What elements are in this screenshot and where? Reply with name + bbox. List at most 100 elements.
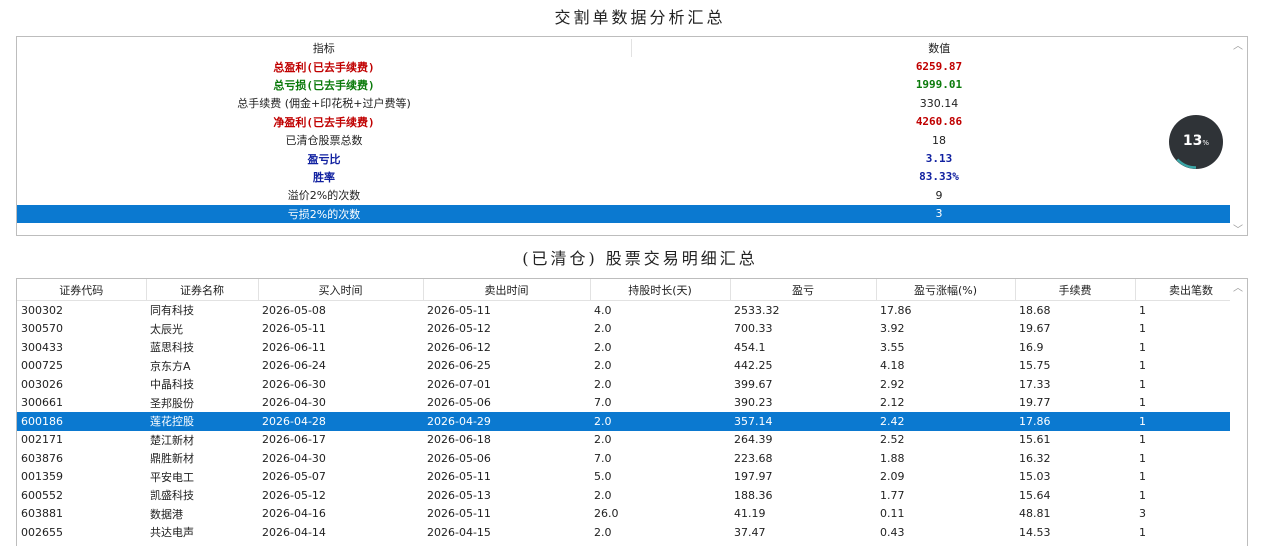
scroll-up-icon[interactable]: ︿ [1233, 37, 1243, 52]
table-row[interactable]: 300570 太辰光 2026-05-11 2026-05-12 2.0 700.33 3.… [17, 320, 1247, 339]
table-cell: 15.64 [1019, 488, 1051, 502]
table-row[interactable]: 001359 平安电工 2026-05-07 2026-05-11 5.0 197.97 2… [17, 468, 1247, 487]
table-cell: 2.09 [880, 470, 905, 484]
table-cell: 太辰光 [150, 322, 183, 336]
scroll-up-icon[interactable]: ︿ [1233, 279, 1243, 294]
summary-metric-label: 盈亏比 [307, 152, 341, 166]
summary-row[interactable]: 溢价2%的次数 9 [17, 186, 1247, 204]
summary-metric-value: 83.33% [919, 170, 959, 184]
table-cell: 16.9 [1019, 340, 1044, 354]
summary-metric-value: 1999.01 [915, 78, 963, 92]
table-cell: 2.52 [880, 433, 905, 447]
table-cell: 2026-06-25 [427, 359, 491, 373]
table-cell: 2.0 [594, 359, 612, 373]
table-row[interactable]: 002655 共达电声 2026-04-14 2026-04-15 2.0 37.47 0.… [17, 523, 1247, 542]
summary-metric-label: 总亏损(已去手续费) [273, 78, 375, 92]
table-cell: 188.36 [734, 488, 773, 502]
table-cell: 700.33 [734, 322, 773, 336]
table-cell: 603881 [21, 507, 63, 521]
summary-row[interactable]: 亏损2%的次数 3 [17, 204, 1247, 223]
table-cell: 3.55 [880, 340, 905, 354]
summary-metric-value: 330.14 [919, 96, 959, 110]
detail-panel: 证券代码 证券名称 买入时间 卖出时间 持股时长(天) 盈亏 盈亏涨幅(%) 手续费 卖出笔数 … [16, 278, 1248, 546]
table-row[interactable]: 000725 京东方A 2026-06-24 2026-06-25 2.0 442.25 4… [17, 357, 1247, 376]
table-cell: 300570 [21, 322, 63, 336]
table-cell: 002655 [21, 525, 63, 539]
summary-row[interactable]: 净盈利(已去手续费) 4260.86 [17, 113, 1247, 131]
summary-metric-label: 溢价2%的次数 [287, 189, 361, 203]
table-cell: 2.0 [590, 412, 730, 431]
table-cell: 390.23 [734, 396, 773, 410]
table-cell: 15.61 [1019, 433, 1051, 447]
table-cell: 鼎胜新材 [150, 452, 194, 466]
summary-header-metric[interactable]: 指标 [17, 39, 632, 58]
summary-row[interactable]: 总亏损(已去手续费) 1999.01 [17, 76, 1247, 94]
summary-header-row: 指标 数值 [17, 39, 1247, 58]
table-cell: 平安电工 [150, 470, 194, 484]
detail-header-cell[interactable]: 证券名称 [146, 279, 259, 301]
table-cell: 同有科技 [150, 304, 194, 318]
table-cell: 17.86 [880, 303, 912, 317]
summary-row[interactable]: 总盈利(已去手续费) 6259.87 [17, 57, 1247, 75]
summary-row[interactable]: 总手续费 (佣金+印花税+过户费等) 330.14 [17, 94, 1247, 112]
table-row[interactable]: 603876 鼎胜新材 2026-04-30 2026-05-06 7.0 223.68 1… [17, 449, 1247, 468]
table-cell: 2533.32 [734, 303, 780, 317]
table-cell: 2026-05-06 [427, 396, 491, 410]
detail-scrollbar[interactable]: ︿ [1230, 279, 1247, 546]
table-cell: 2.12 [880, 396, 905, 410]
table-cell: 2026-05-11 [262, 322, 326, 336]
summary-header-value[interactable]: 数值 [631, 39, 1247, 57]
summary-metric-label: 总手续费 (佣金+印花税+过户费等) [237, 97, 411, 111]
summary-row[interactable]: 已清仓股票总数 18 [17, 131, 1247, 149]
table-cell: 4.0 [594, 303, 612, 317]
detail-header-cell[interactable]: 盈亏涨幅(%) [876, 279, 1016, 301]
summary-row[interactable]: 盈亏比 3.13 [17, 149, 1247, 167]
table-cell: 600186 [17, 412, 146, 431]
table-row[interactable]: 600186 莲花控股 2026-04-28 2026-04-29 2.0 357.14 2… [17, 412, 1247, 431]
table-row[interactable]: 300302 同有科技 2026-05-08 2026-05-11 4.0 2533.32… [17, 301, 1247, 320]
detail-title: (已清仓) 股票交易明细汇总 [522, 249, 758, 268]
detail-header-cell[interactable]: 盈亏 [730, 279, 877, 301]
table-cell: 2.0 [594, 322, 612, 336]
table-cell: 2026-04-14 [262, 525, 326, 539]
summary-metric-value: 6259.87 [915, 60, 963, 74]
summary-scrollbar[interactable]: ︿ ﹀ [1230, 37, 1247, 235]
detail-header-cell[interactable]: 卖出时间 [423, 279, 591, 301]
table-cell: 17.86 [1015, 412, 1135, 431]
summary-title: 交割单数据分析汇总 [554, 8, 726, 27]
detail-header-cell[interactable]: 证券代码 [17, 279, 147, 301]
detail-header-cell[interactable]: 持股时长(天) [590, 279, 731, 301]
table-row[interactable]: 300433 蓝思科技 2026-06-11 2026-06-12 2.0 454.1 3.… [17, 338, 1247, 357]
table-cell: 0.43 [880, 525, 905, 539]
table-row[interactable]: 600552 凯盛科技 2026-05-12 2026-05-13 2.0 188.36 1… [17, 486, 1247, 505]
table-cell: 37.47 [734, 525, 766, 539]
summary-metric-label: 净盈利(已去手续费) [273, 115, 375, 129]
table-cell: 300661 [21, 396, 63, 410]
table-row[interactable]: 603881 数据港 2026-04-16 2026-05-11 26.0 41.19 0.… [17, 505, 1247, 524]
table-cell: 2026-05-08 [262, 303, 326, 317]
table-cell: 2026-05-11 [427, 303, 491, 317]
summary-metric-label: 已清仓股票总数 [285, 134, 363, 148]
table-row[interactable]: 300661 圣邦股份 2026-04-30 2026-05-06 7.0 390.23 2… [17, 394, 1247, 413]
table-row[interactable]: 002171 楚江新材 2026-06-17 2026-06-18 2.0 264.39 2… [17, 431, 1247, 450]
detail-header-cell[interactable]: 手续费 [1015, 279, 1136, 301]
table-cell: 2.42 [876, 412, 1015, 431]
table-row[interactable]: 003026 中晶科技 2026-06-30 2026-07-01 2.0 399.67 2… [17, 375, 1247, 394]
table-cell: 2026-06-12 [427, 340, 491, 354]
table-cell: 19.67 [1019, 322, 1051, 336]
table-cell: 002171 [21, 433, 63, 447]
table-cell: 001359 [21, 470, 63, 484]
table-cell: 2026-06-18 [427, 433, 491, 447]
scroll-down-icon[interactable]: ﹀ [1233, 221, 1243, 235]
detail-header-cell[interactable]: 买入时间 [258, 279, 424, 301]
table-cell: 197.97 [734, 470, 773, 484]
table-cell: 2026-04-29 [423, 412, 590, 431]
summary-panel: 指标 数值 总盈利(已去手续费) 6259.87 总亏损(已去手续费) 1999.01… [16, 36, 1248, 236]
table-cell: 凯盛科技 [150, 489, 194, 503]
summary-metric-label: 总盈利(已去手续费) [273, 60, 375, 74]
summary-metric-label: 胜率 [313, 170, 335, 184]
summary-row[interactable]: 胜率 83.33% [17, 168, 1247, 186]
table-cell: 3.92 [880, 322, 905, 336]
table-cell: 2026-05-12 [262, 488, 326, 502]
table-cell: 数据港 [150, 507, 183, 521]
